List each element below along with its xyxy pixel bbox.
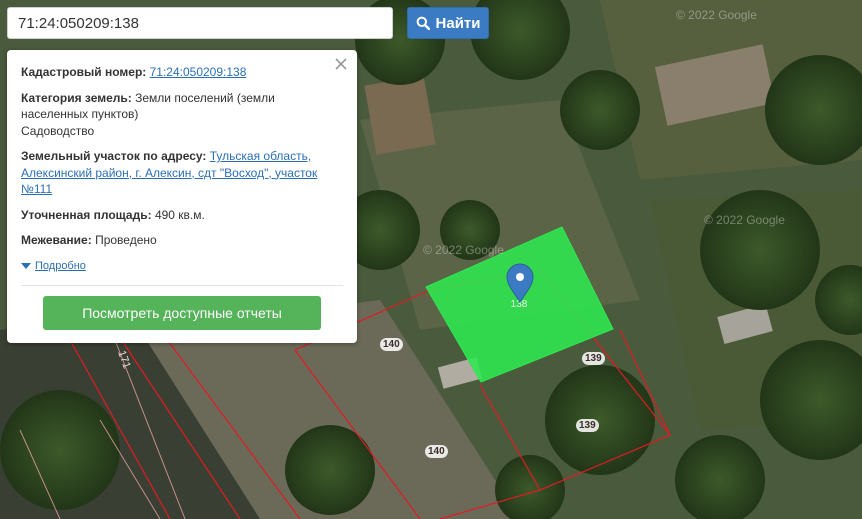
survey-value: Проведено bbox=[95, 233, 157, 247]
cadastral-row: Кадастровый номер: 71:24:050209:138 bbox=[21, 64, 343, 81]
parcel-label[interactable]: 139 bbox=[576, 419, 599, 432]
parcel-info-popup: Кадастровый номер: 71:24:050209:138 Кате… bbox=[7, 50, 357, 343]
survey-row: Межевание: Проведено bbox=[21, 232, 343, 249]
survey-label: Межевание: bbox=[21, 233, 92, 247]
category-row: Категория земель: Земли поселений (земли… bbox=[21, 90, 343, 140]
cadastral-number-link[interactable]: 71:24:050209:138 bbox=[150, 65, 247, 79]
map-watermark: © 2022 Google bbox=[704, 213, 785, 227]
area-label: Уточненная площадь: bbox=[21, 207, 152, 222]
usage-value: Садоводство bbox=[21, 123, 95, 138]
parcel-label[interactable]: 140 bbox=[425, 445, 448, 458]
search-button-label: Найти bbox=[435, 14, 481, 32]
map-watermark: © 2022 Google bbox=[676, 8, 757, 22]
area-row: Уточненная площадь: 490 кв.м. bbox=[21, 207, 343, 224]
cadastral-search-input[interactable] bbox=[7, 7, 393, 39]
area-value: 490 кв.м. bbox=[154, 207, 205, 222]
details-toggle[interactable]: Подробно bbox=[21, 258, 343, 275]
search-button[interactable]: Найти bbox=[407, 7, 489, 39]
caret-down-icon bbox=[21, 262, 31, 269]
close-icon[interactable] bbox=[333, 56, 349, 72]
search-icon bbox=[416, 16, 430, 30]
view-reports-button[interactable]: Посмотреть доступные отчеты bbox=[43, 296, 321, 330]
parcel-label[interactable]: 139 bbox=[582, 352, 605, 365]
cadastral-label: Кадастровый номер: bbox=[21, 65, 147, 79]
address-row: Земельный участок по адресу: Тульская об… bbox=[21, 148, 343, 198]
popup-divider bbox=[21, 285, 343, 286]
parcel-label[interactable]: 140 bbox=[380, 338, 403, 351]
details-link[interactable]: Подробно bbox=[35, 258, 86, 275]
address-label: Земельный участок по адресу: bbox=[21, 149, 207, 163]
map-watermark: © 2022 Google bbox=[423, 243, 504, 257]
category-label: Категория земель: bbox=[21, 90, 132, 105]
